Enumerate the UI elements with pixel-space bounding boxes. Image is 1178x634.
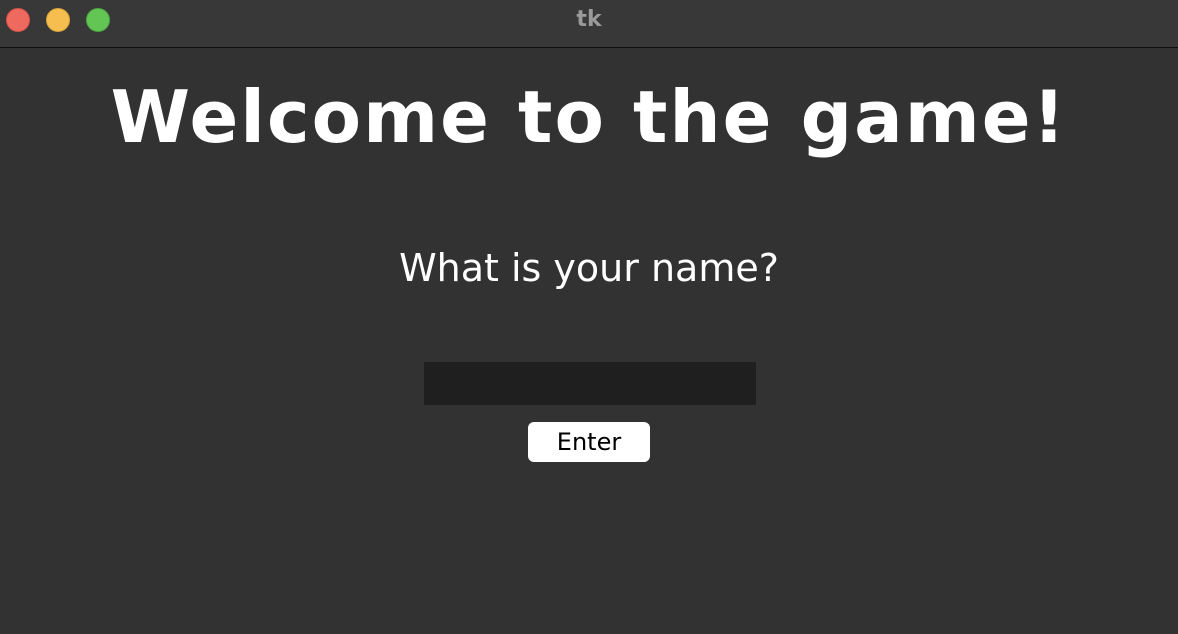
app-window: tk Welcome to the game! What is your nam…	[0, 0, 1178, 634]
enter-button[interactable]: Enter	[528, 422, 650, 462]
name-input[interactable]	[424, 362, 756, 405]
main-content: Welcome to the game! What is your name? …	[0, 49, 1178, 634]
name-prompt: What is your name?	[399, 246, 779, 290]
welcome-heading: Welcome to the game!	[110, 75, 1068, 159]
window-title: tk	[576, 7, 602, 32]
title-bar: tk	[0, 0, 1178, 48]
